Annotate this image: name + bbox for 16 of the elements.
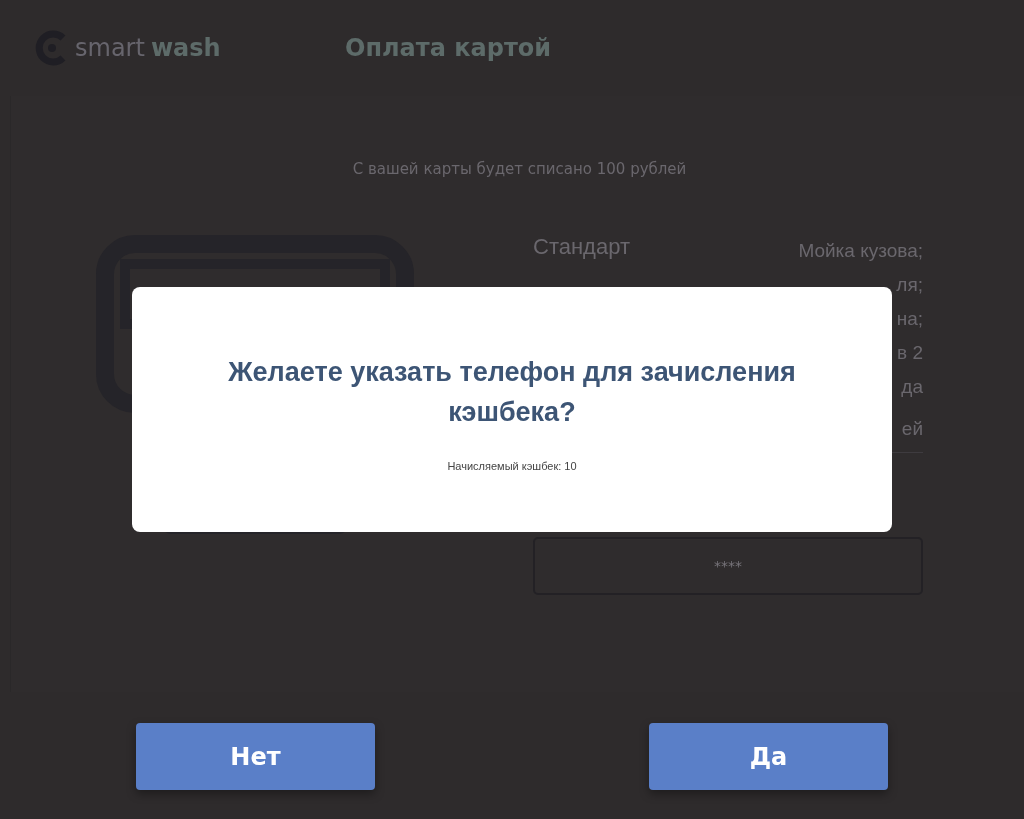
page-title: Оплата картой (345, 34, 552, 62)
dialog-title: Желаете указать телефон для зачисления кэшбека? (227, 356, 797, 429)
tariff-name: Стандарт (533, 234, 630, 260)
answer-button[interactable]: Нет (136, 723, 375, 790)
service-text: Мойка кузова; (798, 239, 923, 263)
cashback-note: Начисляемый кэшбек: 10 (447, 460, 577, 472)
logo-text: wash (150, 34, 221, 62)
service-text: да (901, 375, 923, 399)
service-text: ля; (896, 273, 923, 297)
logo-text: smart (75, 34, 145, 62)
service-text: ей (901, 417, 923, 441)
service-text: в 2 (897, 341, 923, 365)
answer-button[interactable]: Да (649, 723, 888, 790)
charge-message: С вашей карты будет списано 100 рублей (351, 160, 688, 180)
service-text: на; (896, 307, 923, 331)
card-field[interactable]: **** (533, 537, 923, 595)
